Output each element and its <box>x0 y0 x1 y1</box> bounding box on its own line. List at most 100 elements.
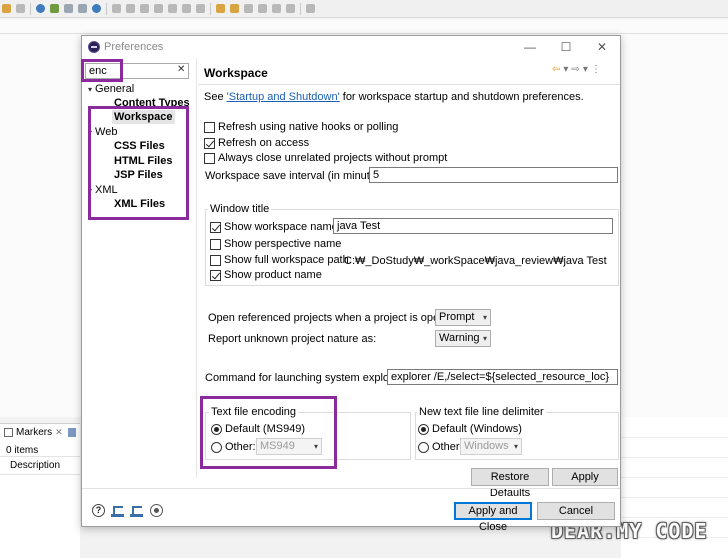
forward-arrow-icon[interactable]: ⇨ <box>571 64 579 75</box>
toolbar-separator <box>210 2 211 15</box>
disconnect-icon[interactable] <box>154 4 163 13</box>
clear-filter-icon[interactable]: ✕ <box>177 64 185 75</box>
view-menu-icon[interactable]: ⋮ <box>591 64 601 75</box>
markers-panel: Markers ✕ 0 items Description <box>0 423 80 558</box>
preferences-dialog: Preferences — ☐ ✕ enc ✕ ▾ General Content… <box>81 35 621 533</box>
next-annotation-icon[interactable] <box>244 4 253 13</box>
suspend-icon[interactable] <box>126 4 135 13</box>
forward-icon[interactable] <box>286 4 295 13</box>
chevron-down-icon: ▾ <box>482 313 487 322</box>
explorer-command-label: Command for launching system explorer: <box>205 372 406 384</box>
refresh-native-checkbox[interactable] <box>204 121 215 133</box>
ide-toolbar <box>0 0 728 18</box>
chevron-down-icon[interactable]: ▾ <box>88 85 92 94</box>
back-arrow-icon[interactable]: ⇦ <box>552 64 560 75</box>
debug-icon[interactable] <box>92 4 101 13</box>
build-icon[interactable] <box>2 4 11 13</box>
refresh-native-option[interactable]: Refresh using native hooks or polling <box>204 121 398 133</box>
page-description: See 'Startup and Shutdown' for workspace… <box>204 91 584 103</box>
step-return-icon[interactable] <box>196 4 205 13</box>
show-ws-name-checkbox[interactable] <box>210 221 221 233</box>
dropdown-icon[interactable] <box>16 4 25 13</box>
encoding-highlight-box <box>200 396 337 469</box>
toolbar-separator <box>30 2 31 15</box>
startup-shutdown-link[interactable]: 'Startup and Shutdown' <box>227 91 340 103</box>
close-button[interactable]: ✕ <box>592 39 612 55</box>
save-interval-field[interactable]: 5 <box>369 167 618 183</box>
show-full-path-option[interactable]: Show full workspace path: <box>210 254 352 266</box>
workspace-name-field[interactable]: java Test <box>333 218 613 234</box>
cancel-button[interactable]: Cancel <box>537 502 615 520</box>
new-icon[interactable] <box>64 4 73 13</box>
tree-highlight-box <box>88 106 189 220</box>
title-bar[interactable]: Preferences — ☐ ✕ <box>82 36 620 58</box>
stop-icon[interactable] <box>140 4 149 13</box>
globe-icon[interactable] <box>36 4 45 13</box>
line-delimiter-group-label: New text file line delimiter <box>417 406 546 418</box>
import-icon[interactable] <box>111 504 124 517</box>
delimiter-other-select[interactable]: Windows ▾ <box>460 438 522 455</box>
chevron-down-icon[interactable]: ▾ <box>583 64 588 75</box>
open-referenced-label: Open referenced projects when a project … <box>208 312 461 324</box>
report-unknown-select[interactable]: Warning ▾ <box>435 330 491 347</box>
toolbar-separator <box>300 2 301 15</box>
folder-icon[interactable] <box>78 4 87 13</box>
delimiter-other-radio[interactable] <box>418 441 429 453</box>
dialog-title: Preferences <box>104 41 164 53</box>
step-into-icon[interactable] <box>168 4 177 13</box>
pin-icon[interactable] <box>306 4 315 13</box>
full-path-value: C:₩_DoStudy₩_workSpace₩java_review₩java … <box>344 255 607 267</box>
minimize-button[interactable]: — <box>520 39 540 55</box>
apply-button[interactable]: Apply <box>552 468 618 486</box>
show-perspective-option[interactable]: Show perspective name <box>210 238 341 250</box>
prev-annotation-icon[interactable] <box>258 4 267 13</box>
save-interval-label: Workspace save interval (in minutes): <box>205 170 389 182</box>
report-unknown-label: Report unknown project nature as: <box>208 333 377 345</box>
open-referenced-select[interactable]: Prompt ▾ <box>435 309 491 326</box>
toolbar-separator <box>106 2 107 15</box>
delimiter-other-option[interactable]: Other: <box>418 441 463 453</box>
view-tab-icon[interactable] <box>67 428 76 437</box>
markers-tab[interactable]: Markers ✕ <box>4 427 76 438</box>
markers-divider <box>0 474 80 475</box>
close-icon[interactable]: ✕ <box>55 427 63 438</box>
help-icon[interactable]: ? <box>92 504 105 517</box>
annotation-icon[interactable] <box>230 4 239 13</box>
markers-icon <box>4 428 13 437</box>
show-full-path-checkbox[interactable] <box>210 254 221 266</box>
always-close-option[interactable]: Always close unrelated projects without … <box>204 152 447 164</box>
export-icon[interactable] <box>130 504 143 517</box>
refresh-access-checkbox[interactable] <box>204 137 215 149</box>
resume-icon[interactable] <box>112 4 121 13</box>
delimiter-default-option[interactable]: Default (Windows) <box>418 423 522 435</box>
restore-defaults-button[interactable]: Restore Defaults <box>471 468 549 499</box>
refresh-access-option[interactable]: Refresh on access <box>204 137 309 149</box>
delimiter-default-radio[interactable] <box>418 423 429 435</box>
record-icon[interactable] <box>150 504 163 517</box>
search-highlight-box <box>81 59 123 82</box>
editor-divider <box>0 33 728 34</box>
chevron-down-icon[interactable]: ▾ <box>563 64 568 75</box>
show-product-checkbox[interactable] <box>210 269 221 281</box>
footer-separator <box>82 488 620 489</box>
marker-icon[interactable] <box>216 4 225 13</box>
back-icon[interactable] <box>272 4 281 13</box>
sash-divider[interactable] <box>196 58 197 478</box>
page-title: Workspace <box>204 66 268 80</box>
run-icon[interactable] <box>50 4 59 13</box>
explorer-command-field[interactable]: explorer /E,/select=${selected_resource_… <box>387 369 618 385</box>
step-over-icon[interactable] <box>182 4 191 13</box>
apply-and-close-button[interactable]: Apply and Close <box>454 502 532 533</box>
description-column-header[interactable]: Description <box>10 460 60 471</box>
window-title-group-label: Window title <box>208 203 272 215</box>
markers-divider <box>0 456 80 457</box>
tree-item-general[interactable]: ▾ General <box>88 83 134 95</box>
always-close-checkbox[interactable] <box>204 152 215 164</box>
show-ws-name-option[interactable]: Show workspace name: <box>210 221 341 233</box>
markers-tab-label: Markers <box>16 427 53 438</box>
title-separator <box>198 84 620 85</box>
show-perspective-checkbox[interactable] <box>210 238 221 250</box>
maximize-button[interactable]: ☐ <box>556 39 576 55</box>
markers-count: 0 items <box>6 445 39 456</box>
show-product-option[interactable]: Show product name <box>210 269 322 281</box>
